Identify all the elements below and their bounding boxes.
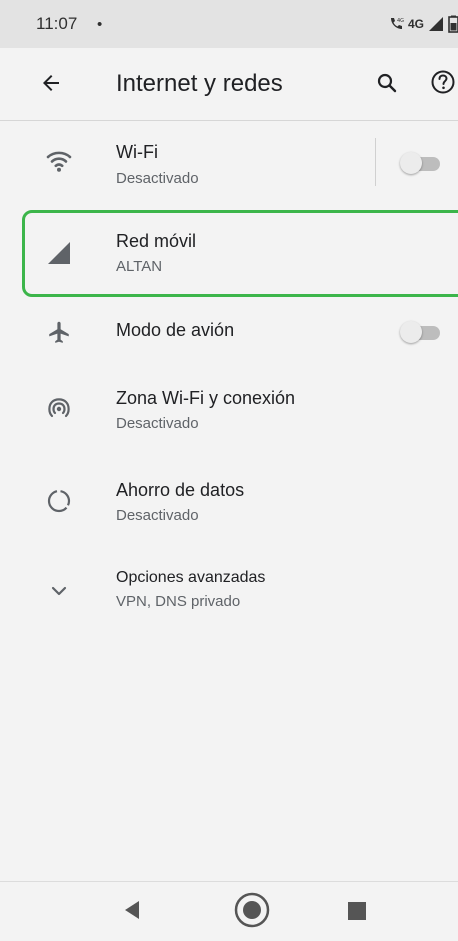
status-bar: 11:07 • 4G 4G	[0, 0, 458, 48]
nav-home-button[interactable]	[232, 890, 272, 930]
advanced-options-title: Opciones avanzadas	[116, 569, 266, 586]
list-item-airplane-mode[interactable]: Modo de avión	[0, 302, 458, 362]
nav-recents-button[interactable]	[346, 900, 368, 922]
network-type-label: 4G	[407, 17, 424, 31]
data-saver-title: Ahorro de datos	[116, 480, 245, 500]
data-saver-icon	[42, 484, 76, 518]
data-saver-subtitle: Desactivado	[116, 507, 199, 524]
toggle-thumb	[400, 152, 422, 174]
navigation-bar	[0, 881, 458, 941]
status-time: 11:07	[36, 14, 78, 33]
list-item-advanced-options[interactable]: Opciones avanzadas VPN, DNS privado	[0, 556, 458, 636]
help-button[interactable]	[428, 67, 458, 97]
chevron-down-icon	[42, 574, 76, 608]
back-button[interactable]	[36, 68, 66, 98]
nav-back-button[interactable]	[121, 898, 145, 922]
battery-icon	[448, 15, 458, 33]
wifi-separator	[375, 138, 376, 186]
highlight-outline	[22, 210, 458, 297]
hotspot-icon	[42, 392, 76, 426]
list-item-data-saver[interactable]: Ahorro de datos Desactivado	[0, 462, 458, 542]
arrow-back-icon	[43, 75, 59, 91]
call-volte-icon: 4G	[390, 18, 404, 29]
wifi-icon	[42, 144, 76, 178]
airplane-mode-toggle[interactable]	[400, 321, 442, 343]
hotspot-title: Zona Wi-Fi y conexión	[116, 388, 296, 408]
toggle-thumb	[400, 321, 422, 343]
page-title: Internet y redes	[116, 70, 283, 97]
nav-home-icon	[234, 892, 270, 928]
nav-recents-icon	[348, 902, 366, 920]
list-item-wifi[interactable]: Wi-Fi Desactivado	[0, 122, 458, 206]
airplane-icon	[42, 315, 76, 349]
wifi-toggle[interactable]	[400, 152, 442, 174]
help-icon	[431, 70, 455, 94]
app-bar: Internet y redes	[0, 48, 458, 120]
svg-text:4G: 4G	[397, 18, 404, 24]
hotspot-subtitle: Desactivado	[116, 415, 199, 432]
screen: 11:07 • 4G 4G Internet y redes Wi-Fi Des…	[0, 0, 458, 941]
cell-signal-icon	[429, 17, 443, 31]
airplane-mode-title: Modo de avión	[116, 320, 235, 340]
wifi-title: Wi-Fi	[116, 142, 158, 162]
search-button[interactable]	[372, 68, 402, 98]
list-item-hotspot[interactable]: Zona Wi-Fi y conexión Desactivado	[0, 370, 458, 450]
status-icons: 4G 4G	[388, 13, 458, 35]
notification-dot: •	[97, 16, 103, 33]
search-icon	[377, 73, 397, 93]
advanced-options-subtitle: VPN, DNS privado	[116, 593, 241, 610]
wifi-subtitle: Desactivado	[116, 170, 199, 187]
nav-back-icon	[125, 901, 139, 919]
app-bar-divider	[0, 120, 458, 121]
